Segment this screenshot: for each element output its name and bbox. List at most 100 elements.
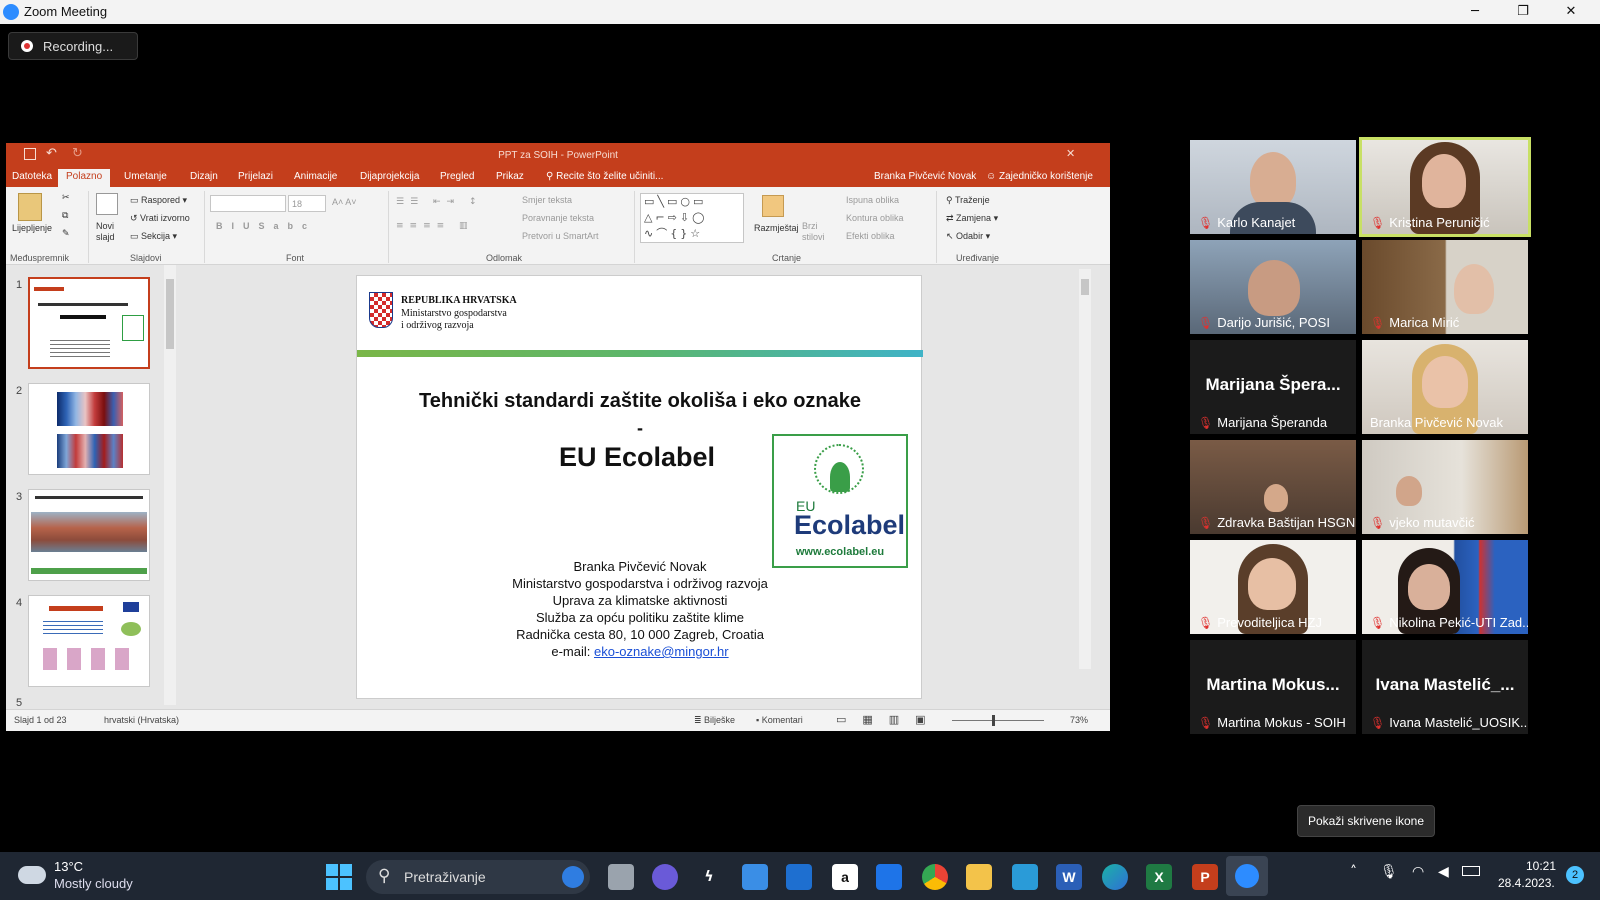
- slide-thumbnail-1[interactable]: [28, 277, 150, 369]
- reset-button[interactable]: ↺ Vrati izvorno: [130, 213, 190, 224]
- clock-date[interactable]: 28.4.2023.: [1498, 876, 1555, 890]
- zoom-taskbar-active[interactable]: [1226, 856, 1268, 896]
- shape-fill-button[interactable]: Ispuna oblika: [846, 195, 899, 205]
- view-buttons[interactable]: ▭▦▥▣: [836, 713, 942, 726]
- tab-polazno[interactable]: Polazno: [58, 169, 111, 187]
- participant-tile-active-speaker[interactable]: 🎙 Kristina Peruničić: [1359, 137, 1531, 237]
- layout-button[interactable]: ▭ Raspored ▾: [130, 195, 187, 206]
- participant-tile[interactable]: 🎙 Karlo Kanajet: [1190, 140, 1356, 234]
- windows-start-icon[interactable]: [326, 864, 352, 890]
- participant-tile-no-video[interactable]: Marijana Špera... 🎙 Marijana Šperanda: [1190, 340, 1356, 434]
- desktop-icon[interactable]: [1012, 864, 1038, 890]
- participant-tile[interactable]: 🎙 Marica Mirić: [1362, 240, 1528, 334]
- replace-button[interactable]: ⇄ Zamjena ▾: [946, 213, 998, 224]
- wifi-icon[interactable]: ◠: [1412, 864, 1424, 880]
- paste-button[interactable]: Lijepljenje: [12, 223, 52, 233]
- word-icon[interactable]: W: [1056, 864, 1082, 890]
- participant-tile[interactable]: 🎙 Prevoditeljica HZJ: [1190, 540, 1356, 634]
- copy-icon[interactable]: ⧉: [62, 211, 68, 221]
- notes-button[interactable]: ≣ Bilješke: [694, 715, 735, 726]
- minimize-button[interactable]: ─: [1452, 0, 1498, 24]
- restore-button[interactable]: ❐: [1500, 0, 1546, 24]
- slide-scrollbar[interactable]: [1079, 269, 1091, 669]
- tab-datoteka[interactable]: Datoteka: [12, 171, 52, 182]
- slide-thumbnail-3[interactable]: [28, 489, 150, 581]
- new-slide-button[interactable]: Novi slajd: [96, 221, 126, 243]
- zoom-slider-handle[interactable]: [992, 715, 995, 726]
- excel-icon[interactable]: X: [1146, 864, 1172, 890]
- align-buttons[interactable]: ≡≡≡≡ ▥: [396, 221, 474, 231]
- smartart-button[interactable]: Pretvori u SmartArt: [522, 231, 599, 241]
- paste-icon[interactable]: [18, 193, 42, 221]
- participant-tile[interactable]: 🎙 Nikolina Pekić-UTI Zad...: [1362, 540, 1528, 634]
- chrome-icon[interactable]: [922, 864, 948, 890]
- mail-icon[interactable]: [786, 864, 812, 890]
- font-size-field[interactable]: 18: [288, 195, 326, 212]
- microphone-icon[interactable]: 🎙: [1380, 864, 1398, 880]
- shape-effects-button[interactable]: Efekti oblika: [846, 231, 895, 241]
- weather-temp[interactable]: 13°C: [54, 859, 83, 874]
- taskbar-search-box[interactable]: ⚲ Pretraživanje: [366, 860, 590, 894]
- task-view-icon[interactable]: [608, 864, 634, 890]
- participant-tile[interactable]: 🎙 Zdravka Baštijan HSGN: [1190, 440, 1356, 534]
- zoom-level[interactable]: 73%: [1070, 715, 1088, 725]
- slide-thumbnail-2[interactable]: [28, 383, 150, 475]
- align-text-button[interactable]: Poravnanje teksta: [522, 213, 594, 223]
- participant-tile-no-video[interactable]: Martina Mokus... 🎙 Martina Mokus - SOIH: [1190, 640, 1356, 734]
- tab-pregled[interactable]: Pregled: [440, 171, 474, 182]
- slide-thumbnail-4[interactable]: [28, 595, 150, 687]
- scroll-thumb[interactable]: [166, 279, 174, 349]
- chat-icon[interactable]: [652, 864, 678, 890]
- close-button[interactable]: ✕: [1548, 0, 1594, 24]
- arrange-button[interactable]: Razmještaj: [754, 223, 799, 233]
- find-button[interactable]: ⚲ Traženje: [946, 195, 990, 206]
- email-link[interactable]: eko-oznake@mingor.hr: [594, 644, 729, 659]
- weather-desc[interactable]: Mostly cloudy: [54, 876, 133, 891]
- thumbnail-scrollbar[interactable]: [164, 265, 176, 705]
- shape-outline-button[interactable]: Kontura oblika: [846, 213, 904, 223]
- notification-badge[interactable]: 2: [1566, 866, 1584, 884]
- format-painter-icon[interactable]: ✎: [62, 229, 70, 239]
- select-button[interactable]: ↖ Odabir ▾: [946, 231, 990, 242]
- tell-me-box[interactable]: ⚲ Recite što želite učiniti...: [546, 171, 663, 182]
- cloud-icon[interactable]: [18, 866, 46, 884]
- list-buttons[interactable]: ☰☰ ⇤⇥ ↕: [396, 197, 482, 207]
- participant-tile-no-video[interactable]: Ivana Mastelić_... 🎙 Ivana Mastelić_UOSIK…: [1362, 640, 1528, 734]
- grow-font-icon[interactable]: A˄ A˅: [332, 197, 357, 207]
- arrange-icon[interactable]: [762, 195, 784, 217]
- bing-icon[interactable]: [562, 866, 584, 888]
- language-label[interactable]: hrvatski (Hrvatska): [104, 715, 179, 725]
- tab-prijelazi[interactable]: Prijelazi: [238, 171, 273, 182]
- clock-time[interactable]: 10:21: [1526, 859, 1556, 873]
- amazon-icon[interactable]: a: [832, 864, 858, 890]
- battery-icon[interactable]: [1462, 866, 1480, 876]
- zoom-slider[interactable]: [952, 715, 1044, 726]
- cut-icon[interactable]: ✂: [62, 193, 70, 203]
- participant-tile[interactable]: 🎙 Darijo Jurišić, POSI: [1190, 240, 1356, 334]
- chevron-up-icon[interactable]: ˄: [1350, 864, 1357, 880]
- recording-indicator[interactable]: Recording...: [8, 32, 138, 60]
- scroll-thumb[interactable]: [1081, 279, 1089, 295]
- app-lightning-icon[interactable]: ϟ: [696, 864, 722, 890]
- text-direction-button[interactable]: Smjer teksta: [522, 195, 572, 205]
- file-explorer-icon[interactable]: [966, 864, 992, 890]
- shapes-gallery[interactable]: ▭╲▭○▭ △⌐⇨⇩◯ ∿⌒{}☆: [640, 193, 744, 243]
- font-style-buttons[interactable]: BIUSabc: [216, 221, 316, 231]
- quick-styles-button[interactable]: Brzi stilovi: [802, 221, 832, 243]
- tab-umetanje[interactable]: Umetanje: [124, 171, 167, 182]
- comments-button[interactable]: ▪ Komentari: [756, 715, 803, 725]
- tab-dijaprojekcija[interactable]: Dijaprojekcija: [360, 171, 419, 182]
- tab-animacije[interactable]: Animacije: [294, 171, 337, 182]
- dropbox-icon[interactable]: [876, 864, 902, 890]
- volume-icon[interactable]: ◀: [1438, 864, 1449, 880]
- new-slide-icon[interactable]: [96, 193, 118, 215]
- participant-tile[interactable]: Branka Pivčević Novak: [1362, 340, 1528, 434]
- ppt-close-icon[interactable]: ✕: [1066, 147, 1075, 160]
- tab-prikaz[interactable]: Prikaz: [496, 171, 524, 182]
- section-button[interactable]: ▭ Sekcija ▾: [130, 231, 177, 242]
- font-name-field[interactable]: [210, 195, 286, 212]
- participant-tile[interactable]: 🎙 vjeko mutavčić: [1362, 440, 1528, 534]
- powerpoint-icon[interactable]: P: [1192, 864, 1218, 890]
- share-button[interactable]: ☺ Zajedničko korištenje: [986, 171, 1093, 182]
- edge-icon[interactable]: [1102, 864, 1128, 890]
